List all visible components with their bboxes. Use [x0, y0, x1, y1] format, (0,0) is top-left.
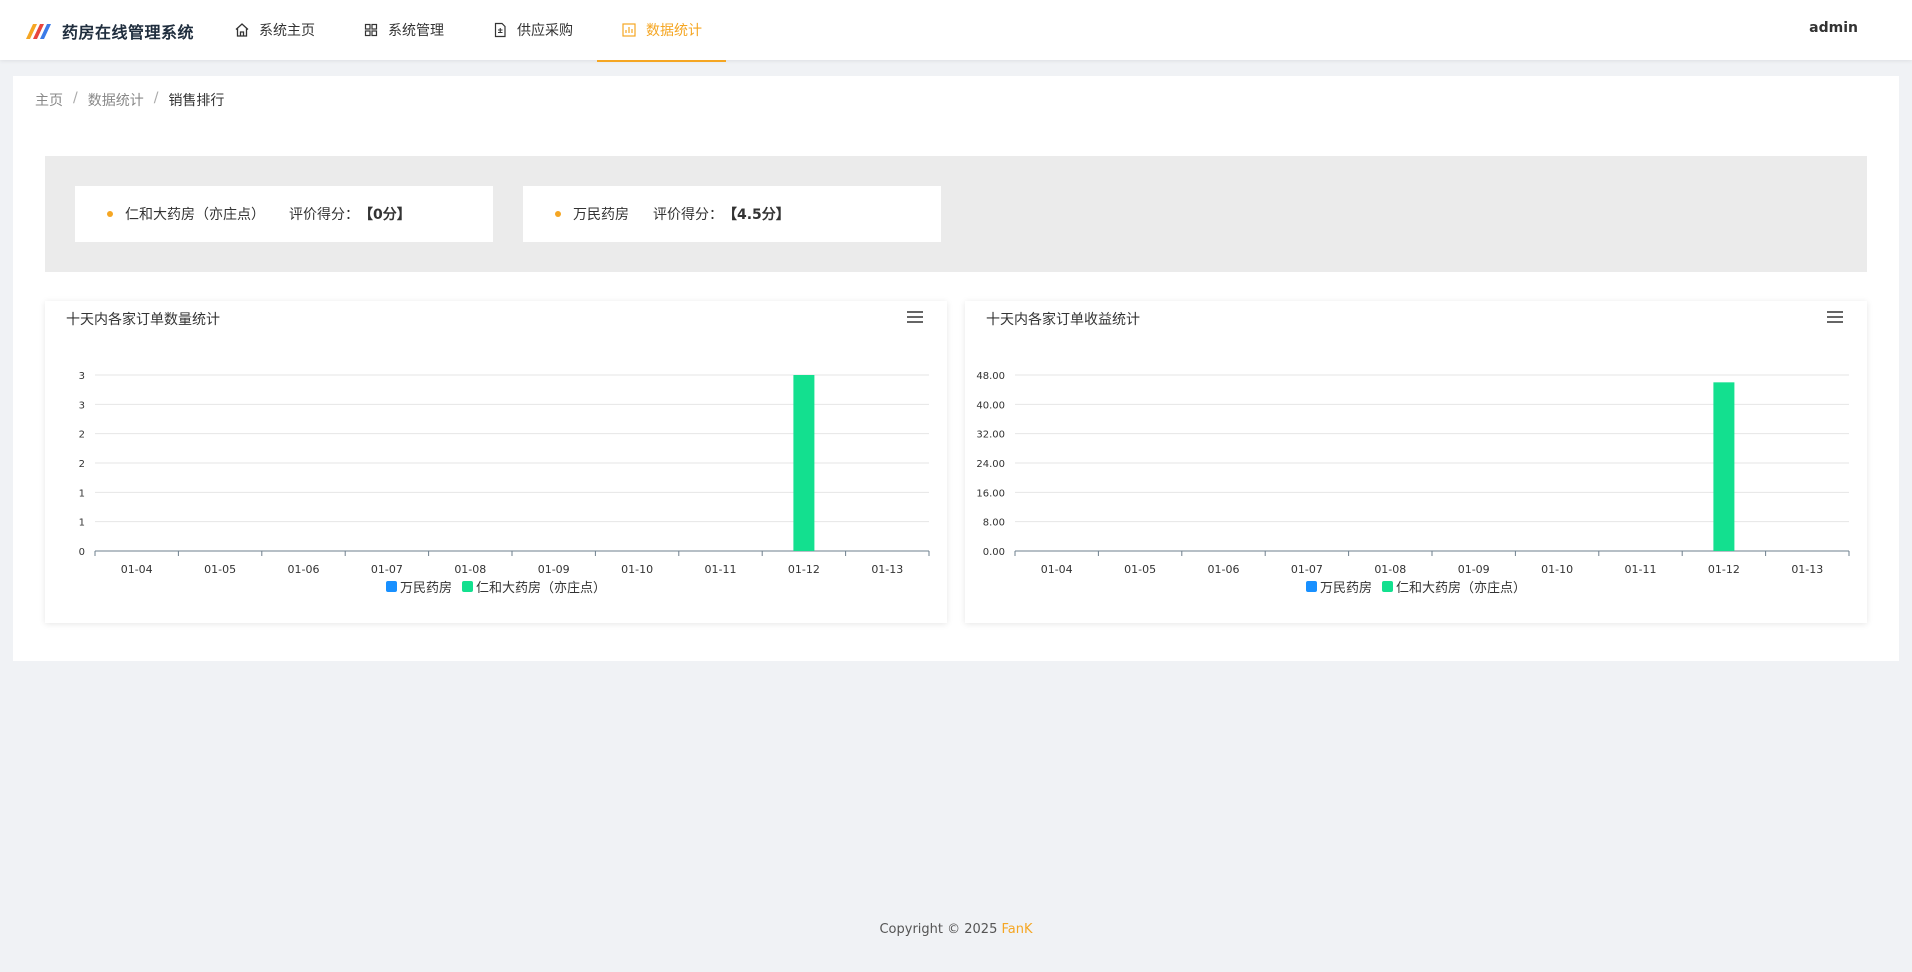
- document-icon: [494, 22, 506, 38]
- legend-item[interactable]: 仁和大药房（亦庄点）: [1382, 577, 1526, 596]
- x-tick-label: 01-07: [371, 563, 403, 576]
- y-tick-label: 8.00: [983, 518, 1005, 529]
- legend-item[interactable]: 万民药房: [1305, 577, 1372, 596]
- breadcrumb-current: 销售排行: [168, 93, 225, 109]
- score-value: 【0分】: [359, 207, 411, 223]
- x-tick-label: 01-09: [538, 563, 570, 576]
- legend-label: 仁和大药房（亦庄点）: [476, 581, 607, 596]
- nav-item-home[interactable]: 系统主页: [210, 0, 339, 60]
- legend-label: 仁和大药房（亦庄点）: [1396, 581, 1527, 596]
- score-label: 评价得分：: [653, 207, 723, 223]
- nav-item-statistics[interactable]: 数据统计: [597, 0, 726, 62]
- main-nav: 系统主页 系统管理 供应采购 数据统计: [210, 0, 726, 62]
- score-value: 【4.5分】: [723, 207, 790, 223]
- user-menu[interactable]: admin: [1809, 20, 1858, 36]
- x-tick-label: 01-08: [454, 563, 486, 576]
- x-tick-label: 01-06: [288, 563, 320, 576]
- nav-label: 系统管理: [388, 23, 444, 39]
- chart-legend: 万民药房 仁和大药房（亦庄点）: [45, 577, 947, 596]
- x-tick-label: 01-11: [1625, 563, 1657, 576]
- x-tick-label: 01-06: [1208, 563, 1240, 576]
- breadcrumb-home[interactable]: 主页: [35, 90, 63, 110]
- footer: Copyright © 2025 FanK: [0, 922, 1912, 937]
- y-tick-label: 16.00: [976, 488, 1005, 499]
- y-tick-label: 3: [79, 371, 85, 382]
- legend-swatch: [1305, 581, 1317, 592]
- y-tick-label: 32.00: [976, 430, 1005, 441]
- order-count-chart: 十天内各家订单数量统计 0 1 1 2 2 3 3 01-04 01-05 01-06 01-07 0…: [45, 301, 947, 623]
- x-tick-label: 01-07: [1291, 563, 1323, 576]
- main-panel: 主页 / 数据统计 / 销售排行 仁和大药房（亦庄点） 评价得分： 【0分】 万…: [13, 76, 1899, 661]
- y-tick-label: 1: [79, 518, 85, 529]
- y-tick-label: 0: [79, 547, 85, 558]
- x-tick-label: 01-04: [1041, 563, 1073, 576]
- breadcrumb-statistics[interactable]: 数据统计: [88, 90, 144, 110]
- breadcrumb: 主页 / 数据统计 / 销售排行: [35, 90, 224, 110]
- x-tick-label: 01-13: [871, 563, 903, 576]
- y-tick-label: 24.00: [976, 459, 1005, 470]
- top-header: 药房在线管理系统 系统主页 系统管理 供应采购 数据统计 admin: [0, 0, 1912, 62]
- y-tick-label: 2: [79, 459, 85, 470]
- y-tick-label: 2: [79, 430, 85, 441]
- chart-plot: 0.00 8.00 16.00 24.00 32.00 40.00 48.00 01-04 01…: [976, 371, 1850, 576]
- x-tick-label: 01-12: [788, 563, 820, 576]
- nav-item-supply[interactable]: 供应采购: [468, 0, 597, 60]
- author-link[interactable]: FanK: [1002, 922, 1033, 937]
- y-tick-label: 1: [79, 488, 85, 499]
- ranking-item: 仁和大药房（亦庄点） 评价得分： 【0分】: [75, 186, 493, 242]
- chart-legend: 万民药房 仁和大药房（亦庄点）: [965, 577, 1867, 596]
- legend-item[interactable]: 万民药房: [385, 577, 452, 596]
- order-revenue-chart: 十天内各家订单收益统计 0.00 8.00 16.00 24.00 32.00 40.00…: [965, 301, 1867, 623]
- pharmacy-name: 仁和大药房（亦庄点）: [125, 207, 265, 223]
- y-tick-label: 3: [79, 400, 85, 411]
- chart-plot: 0 1 1 2 2 3 3 01-04 01-05 01-06 01-07 01-08 01-09 01-…: [79, 371, 930, 576]
- x-tick-label: 01-05: [204, 563, 236, 576]
- legend-swatch: [462, 581, 473, 592]
- bar: [793, 375, 815, 551]
- app-logo[interactable]: 药房在线管理系统: [24, 19, 194, 43]
- app-title: 药房在线管理系统: [62, 23, 195, 42]
- chart-icon: [622, 23, 636, 37]
- pharmacy-name: 万民药房: [573, 207, 629, 223]
- bullet-icon: [555, 211, 561, 217]
- x-tick-label: 01-04: [121, 563, 153, 576]
- score-label: 评价得分：: [289, 207, 359, 223]
- y-tick-label: 0.00: [983, 547, 1005, 558]
- x-tick-label: 01-10: [621, 563, 653, 576]
- x-tick-label: 01-09: [1458, 563, 1490, 576]
- y-tick-label: 40.00: [976, 400, 1005, 411]
- x-tick-label: 01-13: [1791, 563, 1823, 576]
- legend-swatch: [385, 581, 397, 592]
- nav-label: 数据统计: [646, 23, 702, 39]
- nav-label: 供应采购: [517, 23, 573, 39]
- x-tick-label: 01-10: [1541, 563, 1573, 576]
- ranking-box: 仁和大药房（亦庄点） 评价得分： 【0分】 万民药房 评价得分： 【4.5分】: [45, 156, 1867, 272]
- ranking-item: 万民药房 评价得分： 【4.5分】: [523, 186, 941, 242]
- breadcrumb-separator: /: [153, 90, 159, 106]
- copyright-text: Copyright © 2025: [879, 922, 1002, 937]
- legend-swatch: [1382, 581, 1393, 592]
- x-tick-label: 01-08: [1374, 563, 1406, 576]
- nav-item-system[interactable]: 系统管理: [339, 0, 468, 60]
- bar: [1713, 382, 1735, 551]
- x-tick-label: 01-11: [705, 563, 737, 576]
- grid-icon: [364, 23, 378, 37]
- y-tick-label: 48.00: [976, 371, 1005, 382]
- nav-label: 系统主页: [259, 23, 315, 39]
- breadcrumb-separator: /: [73, 90, 78, 106]
- bullet-icon: [107, 211, 113, 217]
- x-tick-label: 01-05: [1124, 563, 1156, 576]
- x-tick-label: 01-12: [1708, 563, 1740, 576]
- home-icon: [235, 23, 249, 37]
- legend-label: 万民药房: [1319, 581, 1372, 596]
- logo-icon: [26, 24, 51, 39]
- legend-item[interactable]: 仁和大药房（亦庄点）: [462, 577, 606, 596]
- legend-label: 万民药房: [399, 581, 452, 596]
